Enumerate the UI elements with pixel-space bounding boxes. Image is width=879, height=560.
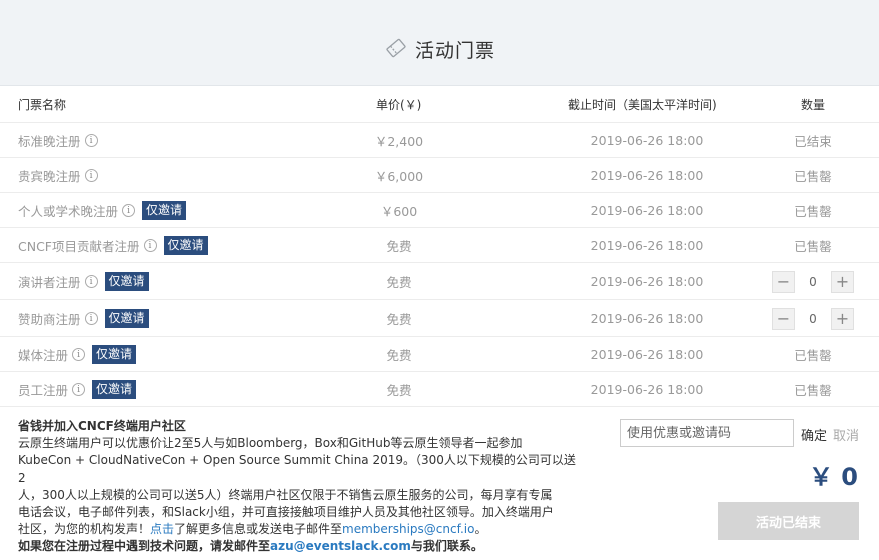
ticket-status: 已售罄 bbox=[794, 348, 832, 363]
ticket-name-cell: 个人或学术晚注册 i 仅邀请 bbox=[18, 193, 187, 228]
page-title: 活动门票 bbox=[415, 40, 496, 62]
ticket-price: 免费 bbox=[386, 239, 412, 254]
ticket-name: 个人或学术晚注册 bbox=[18, 204, 119, 219]
ticket-row: 贵宾晚注册 i ￥6,000 2019-06-26 18:00 已售罄 bbox=[0, 157, 879, 192]
invite-only-badge: 仅邀请 bbox=[104, 272, 149, 291]
ticket-deadline: 2019-06-26 18:00 bbox=[590, 311, 704, 326]
coupon-code-input[interactable] bbox=[620, 419, 794, 447]
ticket-name-cell: 媒体注册 i 仅邀请 bbox=[18, 337, 137, 372]
ticket-price: 免费 bbox=[386, 383, 412, 398]
confirm-button[interactable]: 确定 bbox=[801, 425, 827, 444]
ticket-name-cell: 标准晚注册 i bbox=[18, 123, 98, 158]
info-icon[interactable]: i bbox=[72, 348, 86, 361]
community-title: 省钱并加入CNCF终端用户社区 bbox=[18, 419, 186, 433]
increment-button[interactable]: + bbox=[831, 307, 854, 330]
community-text: 。 bbox=[474, 522, 487, 537]
column-header-deadline: 截止时间（美国太平洋时间) bbox=[568, 98, 717, 112]
contact-line: 如果您在注册过程中遇到技术问题，请发邮件至azu@eventslack.com与… bbox=[18, 538, 578, 555]
cancel-button[interactable]: 取消 bbox=[833, 425, 859, 444]
invite-only-badge: 仅邀请 bbox=[142, 201, 187, 220]
divider bbox=[0, 406, 879, 407]
ticket-name-cell: 演讲者注册 i 仅邀请 bbox=[18, 263, 149, 300]
ticket-row: 媒体注册 i 仅邀请 免费 2019-06-26 18:00 已售罄 bbox=[0, 336, 879, 371]
info-icon[interactable]: i bbox=[72, 383, 86, 396]
ticket-deadline: 2019-06-26 18:00 bbox=[590, 382, 704, 397]
ticket-name: 员工注册 bbox=[18, 383, 69, 398]
ticket-name-cell: 赞助商注册 i 仅邀请 bbox=[18, 300, 149, 337]
ticket-row: 员工注册 i 仅邀请 免费 2019-06-26 18:00 已售罄 bbox=[0, 371, 879, 406]
contact-text: 与我们联系。 bbox=[410, 539, 483, 554]
contact-text: 如果您在注册过程中遇到技术问题，请发邮件至 bbox=[18, 539, 271, 554]
quantity-stepper: − 0 + bbox=[772, 263, 854, 300]
decrement-button[interactable]: − bbox=[772, 270, 795, 293]
ticket-price: 免费 bbox=[386, 312, 412, 327]
community-text: 了解更多信息或发送电子邮件至 bbox=[174, 522, 343, 537]
ticket-deadline: 2019-06-26 18:00 bbox=[590, 347, 704, 362]
invite-only-badge: 仅邀请 bbox=[92, 380, 137, 399]
column-header-quantity: 数量 bbox=[801, 98, 826, 112]
ticket-row: 演讲者注册 i 仅邀请 免费 2019-06-26 18:00 − 0 + bbox=[0, 262, 879, 299]
info-icon[interactable]: i bbox=[84, 275, 98, 288]
quantity-value[interactable]: 0 bbox=[795, 312, 831, 326]
increment-button[interactable]: + bbox=[831, 270, 854, 293]
community-text-line: 电话会议，电子邮件列表，和Slack小组，并可直接接触项目维护人员及其他社区领导… bbox=[18, 505, 554, 520]
info-icon[interactable]: i bbox=[143, 239, 157, 252]
ticket-deadline: 2019-06-26 18:00 bbox=[590, 238, 704, 253]
membership-email-link[interactable]: memberships@cncf.io bbox=[342, 522, 474, 536]
info-icon[interactable]: i bbox=[84, 134, 98, 147]
ticket-icon bbox=[385, 37, 407, 63]
total-amount: ￥ 0 bbox=[808, 463, 858, 491]
ticket-name: 赞助商注册 bbox=[18, 312, 81, 327]
ticket-deadline: 2019-06-26 18:00 bbox=[590, 168, 704, 183]
quantity-stepper: − 0 + bbox=[772, 300, 854, 337]
ticket-deadline: 2019-06-26 18:00 bbox=[590, 274, 704, 289]
ticket-status: 已售罄 bbox=[794, 383, 832, 398]
header-title-group: 活动门票 bbox=[385, 36, 495, 63]
quantity-value[interactable]: 0 bbox=[795, 275, 831, 289]
ticket-row: 赞助商注册 i 仅邀请 免费 2019-06-26 18:00 − 0 + bbox=[0, 299, 879, 336]
community-text-line: 云原生终端用户可以优惠价让2至5人与如Bloomberg，Box和GitHub等… bbox=[18, 436, 523, 451]
learn-more-link[interactable]: 点击 bbox=[150, 522, 174, 536]
ticket-price: 免费 bbox=[386, 348, 412, 363]
support-email-link[interactable]: azu@eventslack.com bbox=[270, 539, 411, 553]
ticket-name-cell: 员工注册 i 仅邀请 bbox=[18, 372, 137, 407]
info-icon[interactable]: i bbox=[84, 169, 98, 182]
community-info: 省钱并加入CNCF终端用户社区 云原生终端用户可以优惠价让2至5人与如Bloom… bbox=[18, 418, 578, 556]
community-text: 社区，为您的机构发声！ bbox=[18, 522, 151, 537]
ticket-status: 已售罄 bbox=[794, 204, 832, 219]
page-header: 活动门票 bbox=[0, 0, 879, 86]
ticket-deadline: 2019-06-26 18:00 bbox=[590, 203, 704, 218]
event-ended-button[interactable]: 活动已结束 bbox=[718, 502, 859, 540]
ticket-name: CNCF项目贡献者注册 bbox=[18, 239, 140, 254]
community-text-line: 社区，为您的机构发声！点击了解更多信息或发送电子邮件至memberships@c… bbox=[18, 521, 578, 538]
ticket-price: ￥600 bbox=[380, 204, 418, 219]
ticket-name-cell: CNCF项目贡献者注册 i 仅邀请 bbox=[18, 228, 208, 263]
ticket-price: ￥6,000 bbox=[374, 169, 424, 184]
ticket-name-cell: 贵宾晚注册 i bbox=[18, 158, 98, 193]
ticket-price: ￥2,400 bbox=[374, 134, 424, 149]
invite-only-badge: 仅邀请 bbox=[92, 345, 137, 364]
decrement-button[interactable]: − bbox=[772, 307, 795, 330]
ticket-deadline: 2019-06-26 18:00 bbox=[590, 133, 704, 148]
ticket-price: 免费 bbox=[386, 275, 412, 290]
info-icon[interactable]: i bbox=[84, 312, 98, 325]
info-icon[interactable]: i bbox=[122, 204, 136, 217]
community-text-line: KubeCon + CloudNativeCon + Open Source S… bbox=[18, 453, 576, 485]
invite-only-badge: 仅邀请 bbox=[104, 309, 149, 328]
community-text-line: 人，300人以上规模的公司可以送5人）终端用户社区仅限于不销售云原生服务的公司，… bbox=[18, 487, 553, 502]
ticket-name: 媒体注册 bbox=[18, 348, 69, 363]
ticket-name: 贵宾晚注册 bbox=[18, 169, 81, 184]
invite-only-badge: 仅邀请 bbox=[163, 236, 208, 255]
ticket-row: CNCF项目贡献者注册 i 仅邀请 免费 2019-06-26 18:00 已售… bbox=[0, 227, 879, 262]
ticket-row: 个人或学术晚注册 i 仅邀请 ￥600 2019-06-26 18:00 已售罄 bbox=[0, 192, 879, 227]
column-header-price: 单价(￥) bbox=[376, 98, 422, 112]
ticket-name: 演讲者注册 bbox=[18, 275, 81, 290]
ticket-status: 已售罄 bbox=[794, 239, 832, 254]
column-header-name: 门票名称 bbox=[18, 98, 67, 112]
ticket-status: 已售罄 bbox=[794, 169, 832, 184]
ticket-name: 标准晚注册 bbox=[18, 134, 81, 149]
ticket-row: 标准晚注册 i ￥2,400 2019-06-26 18:00 已结束 bbox=[0, 122, 879, 157]
ticket-status: 已结束 bbox=[794, 134, 832, 149]
